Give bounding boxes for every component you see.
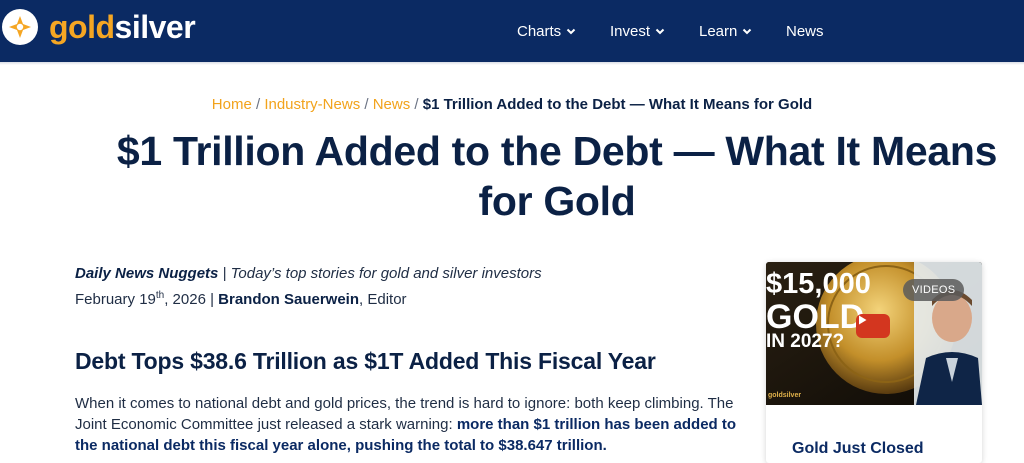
logo-gold-text: gold — [49, 9, 115, 45]
author-role: , Editor — [359, 291, 407, 308]
page-title-line2: for Gold — [478, 178, 636, 224]
play-button[interactable] — [856, 314, 890, 338]
nav-news[interactable]: News — [786, 0, 824, 62]
nav-charts[interactable]: Charts — [517, 0, 576, 62]
series-tagline: Today’s top stories for gold and silver … — [230, 265, 542, 282]
thumbnail-logo: goldsilver — [768, 392, 802, 399]
breadcrumb-current: $1 Trillion Added to the Debt — What It … — [422, 96, 813, 113]
page-title: $1 Trillion Added to the Debt — What It … — [90, 126, 1024, 226]
play-icon — [859, 315, 867, 325]
section-heading: Debt Tops $38.6 Trillion as $1T Added Th… — [75, 348, 656, 374]
article-byline: Daily News Nuggets | Today’s top stories… — [75, 263, 542, 311]
series-line: Daily News Nuggets | Today’s top stories… — [75, 263, 542, 285]
thumbnail-headline-3: IN 2027? — [766, 331, 845, 352]
breadcrumb-industry-news[interactable]: Industry-News — [264, 96, 360, 113]
page-title-line1: $1 Trillion Added to the Debt — What It … — [116, 128, 998, 174]
publish-date: February 19 — [75, 291, 156, 308]
video-card-title[interactable]: Gold Just Closed — [792, 440, 924, 458]
nav-learn-label: Learn — [699, 22, 738, 40]
video-card[interactable]: $15,000 GOLD IN 2027? VIDEOS goldsilver … — [766, 262, 982, 463]
chevron-down-icon — [566, 28, 576, 35]
breadcrumb-separator: / — [414, 96, 419, 113]
breadcrumb-separator: / — [255, 96, 261, 113]
nav-learn[interactable]: Learn — [699, 0, 752, 62]
nav-invest[interactable]: Invest — [610, 0, 665, 62]
header-shadow — [0, 62, 1024, 65]
series-name: Daily News Nuggets — [75, 265, 219, 282]
author-name[interactable]: Brandon Sauerwein — [218, 291, 359, 308]
star-coin-icon — [2, 9, 38, 45]
date-ordinal: th — [155, 290, 165, 301]
thumbnail-headline-2: GOLD — [766, 298, 865, 336]
nav-charts-label: Charts — [517, 22, 562, 40]
article-paragraph: When it comes to national debt and gold … — [75, 393, 737, 456]
chevron-down-icon — [655, 28, 665, 35]
logo-silver-text: silver — [114, 9, 196, 45]
breadcrumb-news[interactable]: News — [373, 96, 411, 113]
chevron-down-icon — [743, 28, 752, 35]
site-logo[interactable]: goldsilver — [2, 9, 196, 45]
breadcrumb: Home / Industry-News / News / $1 Trillio… — [0, 96, 1024, 113]
publish-year: , 2026 | — [164, 291, 219, 308]
logo-wordmark: goldsilver — [49, 9, 196, 45]
series-separator: | — [218, 265, 231, 282]
breadcrumb-home[interactable]: Home — [212, 96, 252, 113]
thumbnail-headline-1: $15,000 — [766, 268, 871, 300]
nav-invest-label: Invest — [610, 22, 651, 40]
video-thumbnail[interactable]: $15,000 GOLD IN 2027? VIDEOS goldsilver — [766, 262, 982, 405]
videos-badge: VIDEOS — [903, 279, 965, 301]
site-header: goldsilver Charts Invest Learn News — [0, 0, 1024, 62]
date-author-line: February 19th, 2026 | Brandon Sauerwein,… — [75, 285, 542, 311]
nav-news-label: News — [786, 22, 824, 40]
breadcrumb-separator: / — [364, 96, 369, 113]
